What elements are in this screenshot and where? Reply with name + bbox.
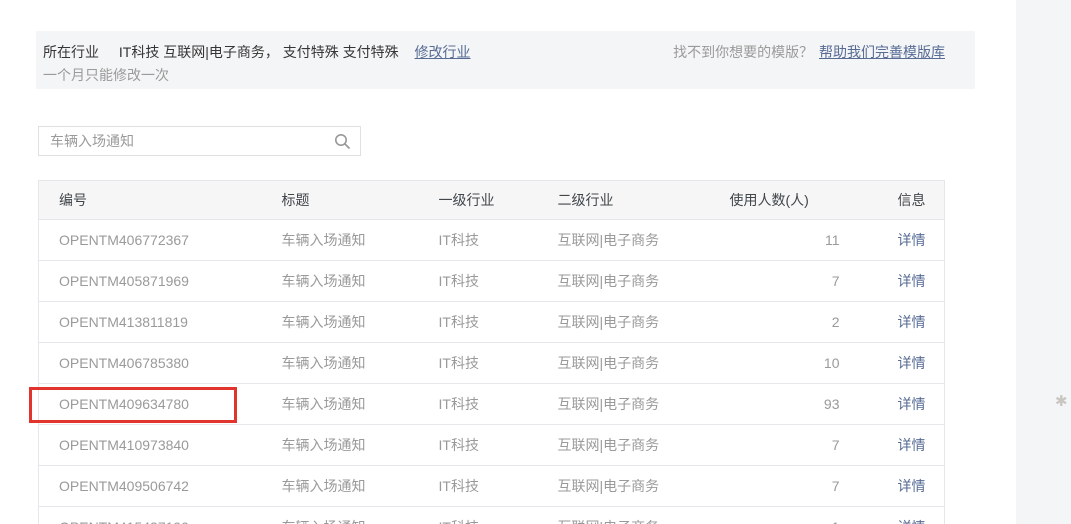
table-row: OPENTM406785380 车辆入场通知IT科技互联网|电子商务10 详情 — [39, 343, 945, 384]
cell-info: 详情 — [840, 261, 945, 302]
column-header-users: 使用人数(人) — [730, 181, 840, 220]
cell-title: 车辆入场通知 — [282, 261, 439, 302]
page: ✱ 所在行业 IT科技 互联网|电子商务， 支付特殊 支付特殊 修改行业 找不到… — [0, 0, 1071, 524]
cell-info: 详情 — [840, 466, 945, 507]
cell-user-count: 7 — [730, 261, 840, 302]
template-id: OPENTM405871969 — [59, 273, 189, 289]
cell-template-id: OPENTM410973840 — [39, 425, 282, 466]
table-row: OPENTM413811819 车辆入场通知IT科技互联网|电子商务2 详情 — [39, 302, 945, 343]
table-row: OPENTM409634780 车辆入场通知IT科技互联网|电子商务93 详情 — [39, 384, 945, 425]
industry-note: 一个月只能修改一次 — [43, 65, 169, 85]
table-body: OPENTM406772367车辆入场通知IT科技互联网|电子商务11详情OPE… — [39, 220, 945, 524]
detail-link[interactable]: 详情 — [898, 314, 926, 330]
cell-template-id: OPENTM406785380 — [39, 343, 282, 384]
cell-title: 车辆入场通知 — [282, 466, 439, 507]
column-header-info: 信息 — [840, 181, 945, 220]
help-improve-library-link[interactable]: 帮助我们完善模版库 — [819, 44, 945, 60]
detail-link[interactable]: 详情 — [898, 519, 926, 524]
detail-link[interactable]: 详情 — [898, 478, 926, 494]
cell-info: 详情 — [840, 507, 945, 524]
cell-title: 车辆入场通知 — [282, 425, 439, 466]
cell-industry1: IT科技 — [439, 220, 558, 261]
cell-title: 车辆入场通知 — [282, 302, 439, 343]
detail-link[interactable]: 详情 — [898, 355, 926, 371]
cell-info: 详情 — [840, 343, 945, 384]
cell-template-id: OPENTM405871969 — [39, 261, 282, 302]
cell-industry2: 互联网|电子商务 — [558, 425, 730, 466]
cell-template-id: OPENTM415437190 — [39, 507, 282, 524]
industry-bar: 所在行业 IT科技 互联网|电子商务， 支付特殊 支付特殊 修改行业 找不到你想… — [36, 31, 975, 89]
cell-user-count: 10 — [730, 343, 840, 384]
cell-user-count: 93 — [730, 384, 840, 425]
template-table: 编号 标题 一级行业 二级行业 使用人数(人) 信息 OPENTM4067723… — [38, 180, 945, 524]
cell-user-count: 2 — [730, 302, 840, 343]
industry-value: IT科技 互联网|电子商务， 支付特殊 支付特殊 — [119, 44, 399, 60]
cell-info: 详情 — [840, 425, 945, 466]
template-id: OPENTM406785380 — [59, 355, 189, 371]
column-header-title: 标题 — [282, 181, 439, 220]
template-id: OPENTM413811819 — [59, 314, 188, 330]
table-row: OPENTM415437190 车辆入场通知IT科技互联网|电子商务1 详情 — [39, 507, 945, 524]
table-row: OPENTM410973840 车辆入场通知IT科技互联网|电子商务7 详情 — [39, 425, 945, 466]
cell-industry1: IT科技 — [439, 302, 558, 343]
column-header-id: 编号 — [39, 181, 282, 220]
cell-industry2: 互联网|电子商务 — [558, 384, 730, 425]
template-id: OPENTM415437190 — [59, 519, 189, 524]
cell-industry1: IT科技 — [439, 425, 558, 466]
table-row: OPENTM409506742 车辆入场通知IT科技互联网|电子商务7 详情 — [39, 466, 945, 507]
cell-industry1: IT科技 — [439, 343, 558, 384]
cell-industry1: IT科技 — [439, 384, 558, 425]
edit-industry-link[interactable]: 修改行业 — [415, 44, 471, 60]
template-id: OPENTM409634780 — [59, 396, 189, 412]
template-id: OPENTM406772367 — [59, 232, 189, 248]
cell-info: 详情 — [840, 384, 945, 425]
search-icon[interactable] — [334, 133, 351, 150]
cell-template-id: OPENTM409506742 — [39, 466, 282, 507]
column-header-industry2: 二级行业 — [558, 181, 730, 220]
cell-user-count: 11 — [730, 220, 840, 261]
cell-info: 详情 — [840, 302, 945, 343]
page-background-strip: ✱ — [1016, 0, 1071, 524]
cell-title: 车辆入场通知 — [282, 384, 439, 425]
detail-link[interactable]: 详情 — [898, 273, 926, 289]
detail-link[interactable]: 详情 — [898, 232, 926, 248]
table-row: OPENTM405871969 车辆入场通知IT科技互联网|电子商务7 详情 — [39, 261, 945, 302]
search-box — [38, 126, 361, 156]
cell-industry1: IT科技 — [439, 466, 558, 507]
cell-industry2: 互联网|电子商务 — [558, 220, 730, 261]
industry-label: 所在行业 — [43, 44, 99, 60]
cell-user-count: 7 — [730, 466, 840, 507]
cell-industry1: IT科技 — [439, 261, 558, 302]
cell-industry2: 互联网|电子商务 — [558, 507, 730, 524]
cell-industry2: 互联网|电子商务 — [558, 302, 730, 343]
cell-title: 车辆入场通知 — [282, 343, 439, 384]
cell-title: 车辆入场通知 — [282, 507, 439, 524]
cell-industry2: 互联网|电子商务 — [558, 466, 730, 507]
cell-user-count: 1 — [730, 507, 840, 524]
cell-title: 车辆入场通知 — [282, 220, 439, 261]
help-question-text: 找不到你想要的模版？ — [673, 44, 813, 60]
cell-info: 详情 — [840, 220, 945, 261]
table-row: OPENTM406772367 车辆入场通知IT科技互联网|电子商务11 详情 — [39, 220, 945, 261]
table-header-row: 编号 标题 一级行业 二级行业 使用人数(人) 信息 — [39, 181, 945, 220]
cell-industry1: IT科技 — [439, 507, 558, 524]
cell-industry2: 互联网|电子商务 — [558, 261, 730, 302]
cell-user-count: 7 — [730, 425, 840, 466]
template-id: OPENTM410973840 — [59, 437, 189, 453]
detail-link[interactable]: 详情 — [898, 437, 926, 453]
cell-template-id: OPENTM409634780 — [39, 384, 282, 425]
column-header-industry1: 一级行业 — [439, 181, 558, 220]
search-input[interactable] — [39, 127, 360, 155]
cell-template-id: OPENTM413811819 — [39, 302, 282, 343]
template-id: OPENTM409506742 — [59, 478, 189, 494]
puzzle-icon[interactable]: ✱ — [1055, 392, 1068, 410]
cell-template-id: OPENTM406772367 — [39, 220, 282, 261]
cell-industry2: 互联网|电子商务 — [558, 343, 730, 384]
detail-link[interactable]: 详情 — [898, 396, 926, 412]
